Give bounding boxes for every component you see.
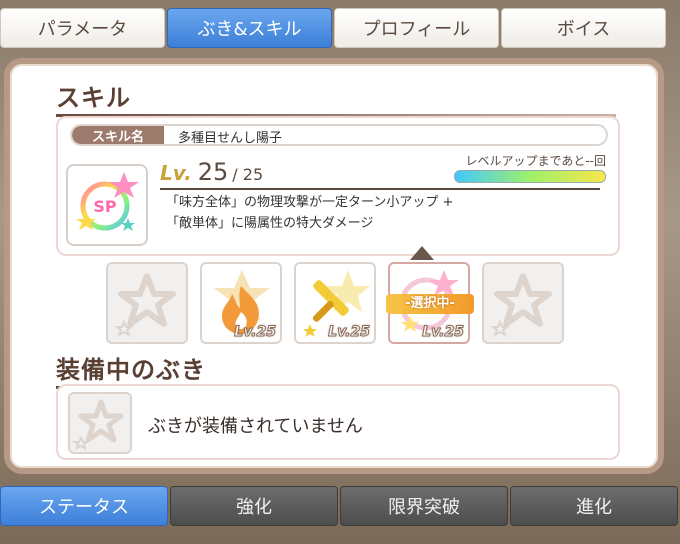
selected-badge: -選択中- (386, 294, 474, 314)
tab-profile[interactable]: プロフィール (334, 8, 499, 48)
equipped-weapon-section-title: 装備中のぶき (56, 350, 616, 389)
skill-slot-row: Lv.25 Lv.25 -選択中- Lv.25 (106, 262, 566, 348)
tab-voice[interactable]: ボイス (501, 8, 666, 48)
tab-limit-break[interactable]: 限界突破 (340, 486, 508, 526)
level-max: / 25 (232, 165, 264, 184)
skill-section-title: スキル (56, 78, 616, 117)
skill-name-label: スキル名 (72, 126, 164, 144)
no-weapon-text: ぶきが装備されていません (148, 416, 363, 437)
skill-slot-4-level: Lv.25 (422, 324, 465, 341)
skill-level: Lv. 25/ 25 (160, 158, 263, 186)
skill-slot-4[interactable]: -選択中- Lv.25 (386, 262, 474, 344)
skill-slot-3-level: Lv.25 (328, 324, 371, 341)
skill-description-line-2: 「敵単体」に陽属性の特大ダメージ (166, 216, 374, 231)
skill-slot-5[interactable] (482, 262, 564, 344)
skill-name-value: 多種目せんし陽子 (178, 131, 283, 146)
skill-slot-1[interactable] (106, 262, 188, 344)
equipped-weapon-slot[interactable] (68, 392, 132, 454)
skill-divider (160, 188, 600, 190)
skill-slot-2[interactable]: Lv.25 (200, 262, 282, 344)
tab-evolve[interactable]: 進化 (510, 486, 678, 526)
levelup-remaining-text: レベルアップまであと--回 (465, 154, 606, 168)
skill-description: 「味方全体」の物理攻撃が一定ターン小アップ + 「敵単体」に陽属性の特大ダメージ (166, 192, 453, 234)
skill-description-line-1: 「味方全体」の物理攻撃が一定ターン小アップ + (166, 195, 454, 210)
equipped-weapon-panel: ぶきが装備されていません (56, 384, 620, 460)
level-label: Lv. (160, 161, 192, 185)
skill-slot-2-level: Lv.25 (234, 324, 277, 341)
empty-star-icon (490, 273, 552, 338)
detail-card: スキル スキル名 多種目せんし陽子 SP Lv. 25 / 25 レベルアップま… (4, 58, 664, 474)
tab-enhance[interactable]: 強化 (170, 486, 338, 526)
bottom-tab-bar: ステータス 強化 限界突破 進化 (0, 486, 680, 528)
levelup-progress-bar (454, 170, 606, 183)
empty-star-icon (114, 273, 176, 338)
skill-panel: スキル名 多種目せんし陽子 SP Lv. 25 / 25 レベルアップまであと-… (56, 116, 620, 256)
top-tab-bar: パラメータ ぶき&スキル プロフィール ボイス (0, 8, 668, 50)
tab-weapon-skill[interactable]: ぶき&スキル (167, 8, 332, 48)
tab-parameters[interactable]: パラメータ (0, 8, 165, 48)
sp-skill-icon: SP (66, 164, 148, 246)
level-value: 25 (197, 158, 229, 186)
empty-star-icon (71, 399, 124, 450)
skill-name-bar: スキル名 多種目せんし陽子 (70, 124, 608, 146)
selected-pointer-icon (410, 246, 434, 260)
skill-slot-3[interactable]: Lv.25 (294, 262, 376, 344)
sp-icon-text: SP (93, 197, 117, 216)
tab-status[interactable]: ステータス (0, 486, 168, 526)
